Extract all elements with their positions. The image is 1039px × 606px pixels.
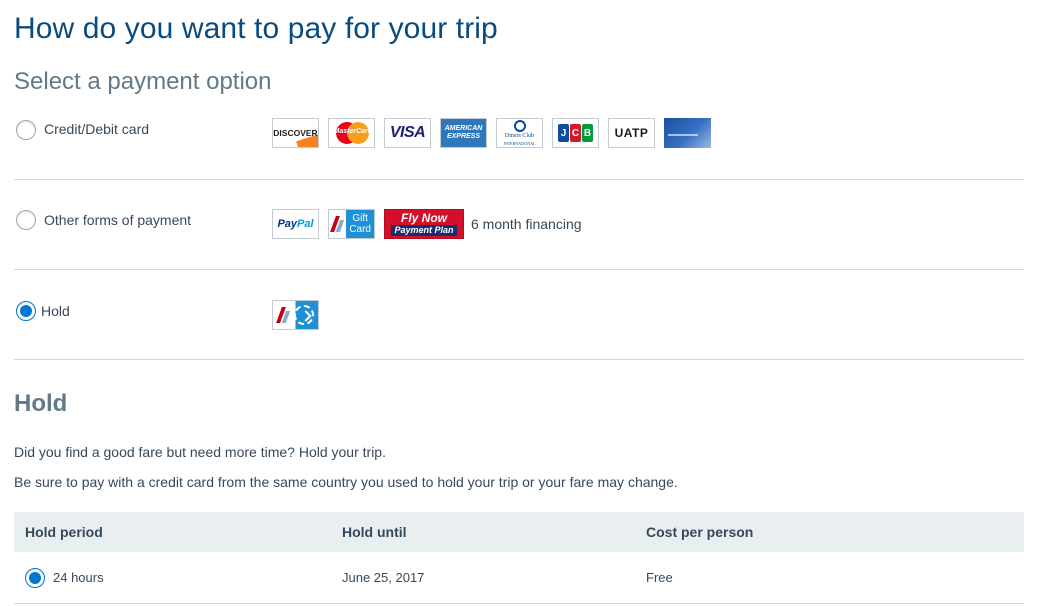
hold-period-radio[interactable] [25,568,45,588]
diners-club-logo: Diners Club INTERNATIONAL [496,118,543,148]
visa-logo: VISA [384,118,431,148]
hold-logos [272,300,319,330]
aa-logo-icon [333,216,343,232]
hold-arrow-icon [294,305,314,325]
paypal-logo: Pay Pal [272,209,319,239]
amex-logo: AMERICAN EXPRESS [440,118,487,148]
payment-option-other[interactable]: Other forms of payment Pay Pal Gift Card F… [14,180,1024,270]
other-label[interactable]: Other forms of payment [44,212,191,228]
fly-now-payment-plan-logo: Fly Now Payment Plan [384,209,464,239]
hold-section-title: Hold [14,390,68,417]
discover-logo: DISCOVER [272,118,319,148]
column-header-hold-until: Hold until [342,524,407,540]
hold-description-1: Did you find a good fare but need more t… [14,444,386,460]
credit-label[interactable]: Credit/Debit card [44,121,149,137]
hold-table-header: Hold period Hold until Cost per person [14,512,1024,552]
hold-table: Hold period Hold until Cost per person 2… [14,512,1024,604]
page-title: How do you want to pay for your trip [14,12,498,45]
cost-value: Free [646,570,673,585]
aa-credit-card-logo [664,118,711,148]
hold-radio[interactable] [16,301,36,321]
hold-description-2: Be sure to pay with a credit card from t… [14,474,678,490]
hold-until-value: June 25, 2017 [342,570,425,585]
financing-text: 6 month financing [471,216,582,232]
mastercard-logo: MasterCard [328,118,375,148]
credit-radio[interactable] [16,120,36,140]
other-radio[interactable] [16,210,36,230]
card-logos: DISCOVER MasterCard VISA AMERICAN EXPRESS… [272,118,711,148]
other-payment-logos: Pay Pal Gift Card Fly Now Payment Plan 6 m… [272,209,582,239]
payment-option-hold[interactable]: Hold [14,270,1024,360]
gift-card-logo: Gift Card [328,209,375,239]
aa-logo-icon [279,307,289,323]
table-row[interactable]: 24 hours June 25, 2017 Free [14,552,1024,604]
jcb-logo: J C B [552,118,599,148]
column-header-cost: Cost per person [646,524,754,540]
column-header-hold-period: Hold period [25,524,103,540]
hold-period-value[interactable]: 24 hours [53,570,104,585]
payment-option-credit[interactable]: Credit/Debit card DISCOVER MasterCard VI… [14,90,1024,180]
hold-logo [272,300,319,330]
uatp-logo: UATP [608,118,655,148]
hold-label[interactable]: Hold [41,303,70,319]
